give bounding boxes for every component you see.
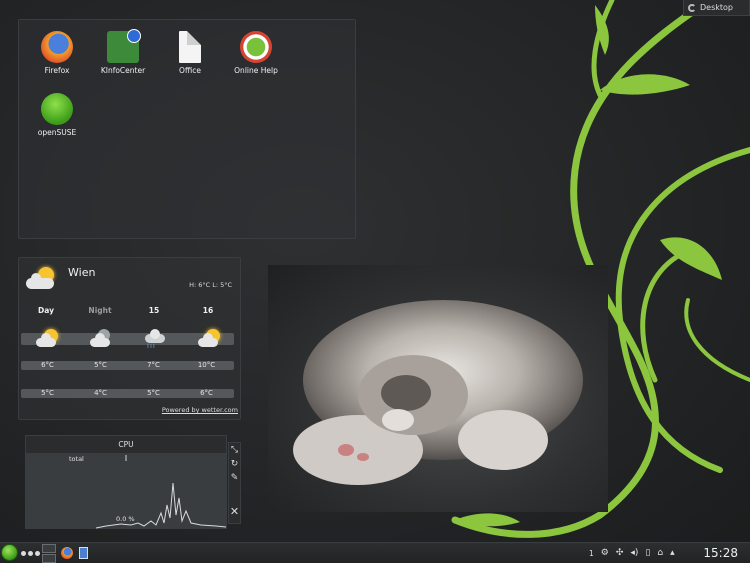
- desktop-icon-kinfocenter[interactable]: KInfoCenter: [88, 29, 158, 75]
- forecast-low: 4°C: [94, 389, 107, 397]
- cpu-monitor-widget: CPU total 0.0 %: [25, 435, 227, 529]
- partly-cloudy-icon: [181, 328, 235, 350]
- plasma-toolbox-icon: [688, 3, 696, 12]
- partly-cloudy-icon: [19, 328, 73, 350]
- partly-cloudy-icon: [24, 265, 58, 291]
- weather-widget: Wien H: 6°C L: 5°C Day Night 15 16 ııı 6…: [18, 257, 241, 420]
- wrench-icon[interactable]: ✎: [229, 471, 240, 485]
- show-hidden-icons-arrow[interactable]: ▴: [670, 548, 675, 558]
- forecast-high: 7°C: [147, 361, 160, 369]
- system-tray: 1 ⚙ ✣ ◂) ▯ ⌂ ▴: [589, 546, 675, 560]
- forecast-night-label: Night: [88, 306, 112, 315]
- tray-count[interactable]: 1: [589, 549, 594, 558]
- desktop-icon-label: Office: [179, 66, 201, 75]
- kinfocenter-icon: [107, 29, 141, 63]
- rain-icon: ııı: [127, 328, 181, 350]
- updates-icon[interactable]: ⌂: [657, 548, 663, 558]
- forecast-date-label: 16: [202, 306, 214, 315]
- forecast-low: 6°C: [200, 389, 213, 397]
- digital-clock[interactable]: 15:28: [703, 546, 738, 560]
- forecast-high: 6°C: [41, 361, 54, 369]
- weather-forecast-header: Day Night 15 16: [19, 306, 242, 315]
- desktop-icon-opensuse[interactable]: openSUSE: [22, 93, 92, 137]
- forecast-low: 5°C: [147, 389, 160, 397]
- weather-high-low: H: 6°C L: 5°C: [189, 281, 232, 289]
- activities-button[interactable]: [21, 551, 40, 556]
- desktop-icon-label: Online Help: [234, 66, 278, 75]
- volume-icon[interactable]: ◂): [630, 548, 638, 558]
- opensuse-icon: [41, 93, 73, 125]
- cpu-graph: total 0.0 %: [26, 453, 226, 529]
- widget-handle: ⤡ ↻ ✎ ✕: [228, 442, 241, 524]
- forecast-day-label: Day: [38, 306, 54, 315]
- cpu-title: CPU: [118, 440, 134, 449]
- virtual-desktop-pager[interactable]: [42, 544, 56, 563]
- application-launcher-button[interactable]: [1, 544, 18, 561]
- desktop-icon-label: KInfoCenter: [100, 66, 146, 75]
- cat-photo: [293, 300, 583, 485]
- desktop-icon-online-help[interactable]: Online Help: [221, 31, 291, 75]
- calculator-launcher-icon[interactable]: [79, 547, 88, 559]
- network-icon[interactable]: ✣: [616, 548, 624, 558]
- rotate-icon[interactable]: ↻: [229, 457, 240, 471]
- online-help-icon: [240, 31, 272, 63]
- desktop-icon-label: Firefox: [44, 66, 70, 75]
- folder-view-widget: Firefox KInfoCenter Office Online Help o…: [18, 19, 356, 239]
- forecast-high: 10°C: [197, 361, 216, 369]
- desktop-icon-firefox[interactable]: Firefox: [22, 31, 92, 75]
- bug-icon[interactable]: ⚙: [601, 548, 609, 558]
- battery-icon[interactable]: ▯: [645, 548, 650, 558]
- forecast-low: 5°C: [41, 389, 54, 397]
- close-icon[interactable]: ✕: [229, 505, 240, 519]
- desktop-icon-office[interactable]: Office: [155, 31, 225, 75]
- firefox-icon: [41, 31, 73, 63]
- weather-city: Wien: [68, 266, 96, 279]
- desktop-button-label: Desktop: [700, 3, 733, 12]
- cloudy-night-icon: [73, 328, 127, 350]
- resize-icon[interactable]: ⤡: [229, 443, 240, 457]
- weather-provider-link[interactable]: Powered by wetter.com: [162, 406, 238, 414]
- forecast-high-row: 6°C 5°C 7°C 10°C: [21, 361, 234, 369]
- forecast-high: 5°C: [94, 361, 107, 369]
- desktop-icon-label: openSUSE: [37, 128, 77, 137]
- taskbar: 1 ⚙ ✣ ◂) ▯ ⌂ ▴ 15:28: [0, 542, 750, 563]
- picture-frame-widget[interactable]: [268, 265, 608, 512]
- cpu-value: 0.0 %: [116, 515, 135, 523]
- forecast-date-label: 15: [148, 306, 160, 315]
- forecast-low-row: 5°C 4°C 5°C 6°C: [21, 389, 234, 397]
- desktop-toolbox-button[interactable]: Desktop: [683, 0, 750, 16]
- firefox-launcher-icon[interactable]: [61, 547, 73, 559]
- forecast-icons: ııı: [19, 328, 242, 350]
- office-document-icon: [179, 31, 201, 63]
